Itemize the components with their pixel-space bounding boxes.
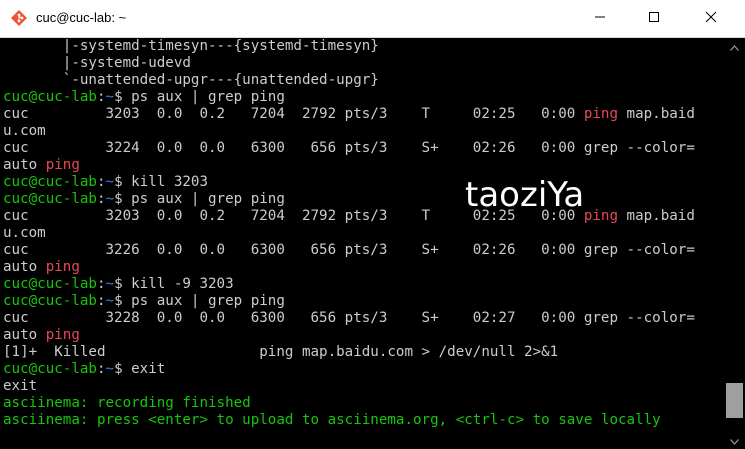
prompt-path: ~	[105, 276, 115, 292]
terminal-line: cuc 3226 0.0 0.0 6300 656 pts/3 S+ 02:26…	[3, 242, 723, 259]
terminal-text: :	[96, 191, 106, 207]
terminal-text: cuc 3228 0.0 0.0 6300 656 pts/3 S+ 02:27…	[3, 310, 695, 326]
terminal-line: cuc@cuc-lab:~$ ps aux | grep ping	[3, 89, 723, 106]
scroll-up-arrow-icon	[730, 38, 739, 56]
terminal-text: u.com	[3, 123, 46, 139]
terminal-line: cuc@cuc-lab:~$ ps aux | grep ping	[3, 293, 723, 310]
terminal-line: cuc 3224 0.0 0.0 6300 656 pts/3 S+ 02:26…	[3, 140, 723, 157]
maximize-icon	[648, 10, 660, 28]
terminal-line: cuc@cuc-lab:~$ kill -9 3203	[3, 276, 723, 293]
prompt-user-host: cuc@cuc-lab	[3, 276, 97, 292]
terminal-text: cuc 3224 0.0 0.0 6300 656 pts/3 S+ 02:26…	[3, 140, 695, 156]
terminal-text: :	[96, 361, 106, 377]
title-bar[interactable]: cuc@cuc-lab: ~	[0, 0, 745, 38]
terminal-text: map.baid	[618, 208, 695, 224]
terminal-text: cuc 3203 0.0 0.2 7204 2792 pts/3 T 02:25…	[3, 106, 584, 122]
prompt-user-host: cuc@cuc-lab	[3, 89, 97, 105]
terminal-text: asciinema: recording finished	[3, 395, 251, 411]
terminal-text: u.com	[3, 225, 46, 241]
terminal-line: exit	[3, 378, 723, 395]
terminal-line: auto ping	[3, 157, 723, 174]
terminal-line: cuc@cuc-lab:~$ kill 3203	[3, 174, 723, 191]
grep-match-highlight: ping	[45, 157, 80, 173]
terminal-text: [1]+ Killed ping map.baidu.com > /dev/nu…	[3, 344, 559, 360]
maximize-button[interactable]	[631, 0, 677, 37]
terminal-output[interactable]: |-systemd-timesyn---{systemd-timesyn} |-…	[3, 38, 723, 447]
terminal-line: `-unattended-upgr---{unattended-upgr}	[3, 72, 723, 89]
terminal-text: asciinema: press <enter> to upload to as…	[3, 412, 661, 428]
scroll-thumb[interactable]	[726, 383, 743, 418]
terminal-line: u.com	[3, 123, 723, 140]
terminal-line: cuc 3203 0.0 0.2 7204 2792 pts/3 T 02:25…	[3, 208, 723, 225]
terminal-text: :	[96, 174, 106, 190]
terminal-text: |-systemd-udevd	[3, 55, 191, 71]
terminal-line: auto ping	[3, 327, 723, 344]
grep-match-highlight: ping	[583, 208, 619, 224]
window-title: cuc@cuc-lab: ~	[36, 10, 127, 25]
minimize-button[interactable]	[577, 0, 623, 37]
terminal-line: asciinema: press <enter> to upload to as…	[3, 412, 723, 429]
terminal-line: asciinema: recording finished	[3, 395, 723, 412]
terminal-text: :	[96, 89, 106, 105]
prompt-path: ~	[105, 89, 115, 105]
terminal-text: $ ps aux | grep ping	[114, 191, 285, 207]
terminal-text: auto	[3, 157, 46, 173]
terminal-text: $ ps aux | grep ping	[114, 89, 285, 105]
terminal-line: [1]+ Killed ping map.baidu.com > /dev/nu…	[3, 344, 723, 361]
terminal-line: |-systemd-udevd	[3, 55, 723, 72]
prompt-path: ~	[105, 174, 115, 190]
terminal-text: auto	[3, 327, 46, 343]
close-button[interactable]	[688, 0, 734, 37]
terminal-text: :	[96, 293, 106, 309]
watermark-text: taoziYa	[465, 175, 585, 215]
terminal-text: cuc 3226 0.0 0.0 6300 656 pts/3 S+ 02:26…	[3, 242, 695, 258]
git-bash-icon	[10, 9, 28, 27]
scroll-down-button[interactable]	[724, 432, 745, 449]
terminal-text: :	[96, 276, 106, 292]
terminal-text: |-systemd-timesyn---{systemd-timesyn}	[3, 38, 379, 54]
terminal-line: cuc 3228 0.0 0.0 6300 656 pts/3 S+ 02:27…	[3, 310, 723, 327]
close-icon	[705, 10, 717, 28]
scroll-down-arrow-icon	[730, 432, 739, 449]
terminal-line: |-systemd-timesyn---{systemd-timesyn}	[3, 38, 723, 55]
terminal-line: cuc 3203 0.0 0.2 7204 2792 pts/3 T 02:25…	[3, 106, 723, 123]
prompt-user-host: cuc@cuc-lab	[3, 361, 97, 377]
terminal-window: cuc@cuc-lab: ~ |-systemd-timesyn---{syst…	[0, 0, 745, 449]
terminal-text: $ exit	[114, 361, 166, 377]
terminal-text: auto	[3, 259, 46, 275]
terminal-text: $ kill -9 3203	[114, 276, 234, 292]
terminal-line: cuc@cuc-lab:~$ ps aux | grep ping	[3, 191, 723, 208]
grep-match-highlight: ping	[583, 106, 619, 122]
vertical-scrollbar[interactable]	[724, 38, 745, 449]
prompt-user-host: cuc@cuc-lab	[3, 293, 97, 309]
prompt-path: ~	[105, 293, 115, 309]
terminal-text: `-unattended-upgr---{unattended-upgr}	[3, 72, 379, 88]
terminal-text: exit	[3, 378, 38, 394]
terminal-text: $ ps aux | grep ping	[114, 293, 285, 309]
prompt-user-host: cuc@cuc-lab	[3, 191, 97, 207]
terminal-text: map.baid	[618, 106, 695, 122]
terminal-text: $ kill 3203	[114, 174, 209, 190]
grep-match-highlight: ping	[45, 327, 80, 343]
grep-match-highlight: ping	[45, 259, 80, 275]
prompt-path: ~	[105, 361, 115, 377]
scroll-up-button[interactable]	[724, 38, 745, 55]
terminal-line: cuc@cuc-lab:~$ exit	[3, 361, 723, 378]
terminal-line: u.com	[3, 225, 723, 242]
prompt-path: ~	[105, 191, 115, 207]
minimize-icon	[594, 10, 606, 28]
prompt-user-host: cuc@cuc-lab	[3, 174, 97, 190]
terminal-line: auto ping	[3, 259, 723, 276]
